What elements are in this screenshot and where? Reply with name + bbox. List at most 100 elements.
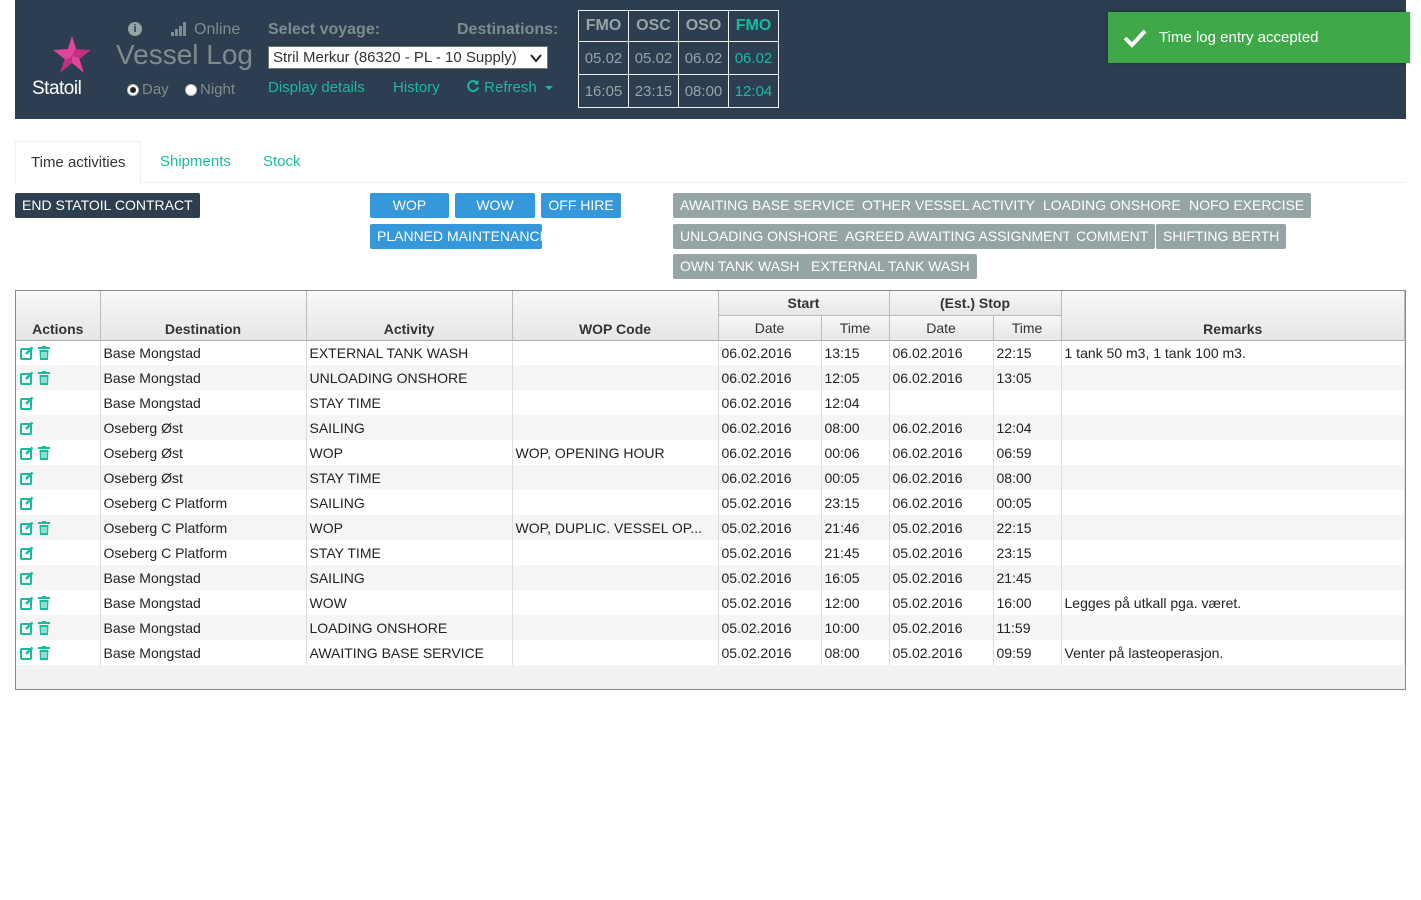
edit-icon[interactable] [20, 346, 34, 360]
trash-icon[interactable] [38, 370, 52, 385]
table-row[interactable]: Oseberg C Platform SAILING 05.02.2016 23:15… [16, 490, 1405, 515]
cell-start-date: 06.02.2016 [718, 365, 822, 390]
edit-icon[interactable] [20, 421, 34, 435]
night-radio[interactable]: Night [185, 81, 235, 98]
dest-time: 08:00 [678, 74, 729, 108]
own-tank-wash-button[interactable]: OWN TANK WASH [673, 254, 807, 279]
edit-icon[interactable] [20, 371, 34, 385]
table-row[interactable]: Base Mongstad AWAITING BASE SERVICE 05.02.… [16, 640, 1405, 665]
group-start: Start [718, 291, 890, 315]
trash-icon[interactable] [38, 620, 52, 635]
cell-remarks [1061, 615, 1405, 640]
history-link[interactable]: History [393, 79, 440, 96]
dest-code: OSO [678, 10, 729, 42]
table-row[interactable]: Oseberg Øst SAILING 06.02.2016 08:00 06.02.2… [16, 415, 1405, 440]
agreed-awaiting-assignment-button[interactable]: AGREED AWAITING ASSIGNMENT [838, 224, 1079, 249]
col-activity[interactable]: Activity [306, 291, 513, 340]
edit-icon[interactable] [20, 646, 34, 660]
edit-icon[interactable] [20, 621, 34, 635]
dest-code: OSC [628, 10, 679, 42]
planned-maintenance-button[interactable]: PLANNED MAINTENANCE [370, 224, 549, 249]
edit-icon[interactable] [20, 396, 34, 410]
cell-start-date: 05.02.2016 [718, 540, 822, 565]
tab-bar: Time activities Shipments Stock [15, 141, 1406, 184]
row-actions [16, 415, 101, 440]
end-contract-button[interactable]: END STATOIL CONTRACT [15, 193, 200, 218]
cell-stop-date: 05.02.2016 [889, 565, 994, 590]
table-row[interactable]: Base Mongstad WOW 05.02.2016 12:00 05.02.201… [16, 590, 1405, 615]
trash-icon[interactable] [38, 445, 52, 460]
cell-stop-date: 05.02.2016 [889, 615, 994, 640]
shifting-berth-button[interactable]: SHIFTING BERTH [1156, 224, 1287, 249]
dest-time-current: 12:04 [728, 74, 779, 108]
cell-stop-time: 23:15 [993, 540, 1062, 565]
table-row[interactable]: Base Mongstad EXTERNAL TANK WASH 06.02.201… [16, 339, 1405, 365]
cell-stop-date [889, 390, 994, 415]
trash-icon[interactable] [38, 645, 52, 660]
group-stop: (Est.) Stop [889, 291, 1062, 315]
success-toast[interactable]: Time log entry accepted [1108, 12, 1410, 63]
awaiting-base-service-button[interactable]: AWAITING BASE SERVICE [673, 193, 862, 218]
edit-icon[interactable] [20, 596, 34, 610]
table-row[interactable]: Base Mongstad UNLOADING ONSHORE 06.02.2016… [16, 365, 1405, 390]
toast-message: Time log entry accepted [1159, 29, 1319, 46]
edit-icon[interactable] [20, 521, 34, 535]
table-row[interactable]: Base Mongstad LOADING ONSHORE 05.02.2016 10… [16, 615, 1405, 640]
cell-stop-date: 05.02.2016 [889, 590, 994, 615]
tab-shipments[interactable]: Shipments [145, 141, 246, 183]
cell-start-time: 12:04 [821, 390, 890, 415]
nofo-exercise-button[interactable]: NOFO EXERCISE [1182, 193, 1312, 218]
col-start-date[interactable]: Date [718, 314, 822, 340]
other-vessel-activity-button[interactable]: OTHER VESSEL ACTIVITY [855, 193, 1042, 218]
loading-onshore-button[interactable]: LOADING ONSHORE [1036, 193, 1188, 218]
cell-wop-code [512, 490, 719, 515]
wow-button[interactable]: WOW [455, 193, 535, 218]
edit-icon[interactable] [20, 446, 34, 460]
cell-stop-date: 06.02.2016 [889, 465, 994, 490]
col-stop-time[interactable]: Time [993, 314, 1062, 340]
unloading-onshore-button[interactable]: UNLOADING ONSHORE [673, 224, 845, 249]
col-start-time[interactable]: Time [821, 314, 890, 340]
off-hire-button[interactable]: OFF HIRE [541, 193, 621, 218]
table-row[interactable]: Oseberg Øst WOP WOP, OPENING HOUR 06.02.201… [16, 440, 1405, 465]
cell-activity: WOW [306, 590, 513, 615]
tab-stock[interactable]: Stock [248, 141, 316, 183]
table-row[interactable]: Oseberg C Platform STAY TIME 05.02.2016 21:… [16, 540, 1405, 565]
table-row[interactable]: Base Mongstad STAY TIME 06.02.2016 12:04 [16, 390, 1405, 415]
table-row[interactable]: Oseberg C Platform WOP WOP, DUPLIC. VESSEL… [16, 515, 1405, 540]
wop-button[interactable]: WOP [370, 193, 449, 218]
edit-icon[interactable] [20, 496, 34, 510]
cell-start-time: 08:00 [821, 640, 890, 665]
table-row[interactable]: Base Mongstad SAILING 05.02.2016 16:05 05.02… [16, 565, 1405, 590]
col-remarks[interactable]: Remarks [1061, 291, 1405, 340]
cell-stop-date: 06.02.2016 [889, 440, 994, 465]
cell-start-time: 21:45 [821, 540, 890, 565]
tab-time-activities[interactable]: Time activities [15, 141, 142, 184]
trash-icon[interactable] [38, 520, 52, 535]
refresh-button[interactable]: Refresh [466, 79, 553, 96]
dest-code-current: FMO [728, 10, 779, 42]
cell-wop-code [512, 540, 719, 565]
cell-stop-time: 00:05 [993, 490, 1062, 515]
col-stop-date[interactable]: Date [889, 314, 994, 340]
trash-icon[interactable] [38, 595, 52, 610]
display-details-link[interactable]: Display details [268, 79, 365, 96]
cell-start-date: 05.02.2016 [718, 615, 822, 640]
edit-icon[interactable] [20, 546, 34, 560]
day-radio[interactable]: Day [127, 81, 169, 98]
col-wop-code[interactable]: WOP Code [512, 291, 719, 340]
cell-remarks: 1 tank 50 m3, 1 tank 100 m3. [1061, 339, 1405, 365]
cell-destination: Base Mongstad [100, 640, 307, 665]
trash-icon[interactable] [38, 345, 52, 360]
info-icon[interactable]: i [128, 22, 142, 36]
cell-stop-date: 05.02.2016 [889, 515, 994, 540]
cell-start-date: 05.02.2016 [718, 590, 822, 615]
table-row[interactable]: Oseberg Øst STAY TIME 06.02.2016 00:05 06.02… [16, 465, 1405, 490]
edit-icon[interactable] [20, 571, 34, 585]
col-destination[interactable]: Destination [100, 291, 307, 340]
external-tank-wash-button[interactable]: EXTERNAL TANK WASH [804, 254, 977, 279]
voyage-select[interactable]: Stril Merkur (86320 - PL - 10 Supply) [268, 46, 548, 69]
edit-icon[interactable] [20, 471, 34, 485]
cell-wop-code [512, 415, 719, 440]
comment-button[interactable]: COMMENT [1069, 224, 1156, 249]
